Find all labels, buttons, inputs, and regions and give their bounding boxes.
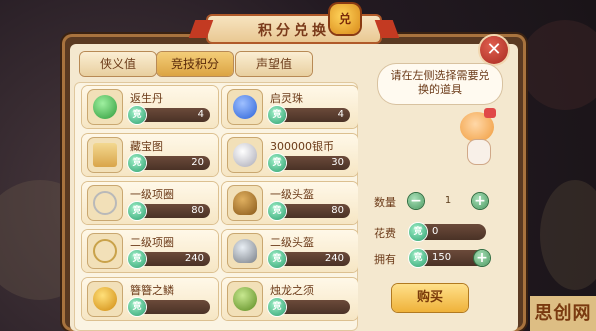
item-name: 簪簪之鳞 bbox=[130, 284, 174, 297]
item-price: 80 bbox=[331, 205, 344, 216]
item-card[interactable]: 返生丹 竞4 bbox=[82, 86, 218, 128]
cost-label: 花费 bbox=[374, 227, 396, 240]
item-price: 80 bbox=[191, 205, 204, 216]
price-bar: 竞 30 bbox=[268, 154, 350, 172]
item-card[interactable]: 二级项圈 竞 240 bbox=[82, 230, 218, 272]
arena-currency-icon: 竞 bbox=[268, 106, 286, 124]
necklace-icon bbox=[88, 234, 122, 268]
hint-bubble: 请在左侧选择需要兑换的道具 bbox=[378, 64, 502, 104]
arena-currency-icon: 竞 bbox=[268, 250, 286, 268]
tab-reputation[interactable]: 声望值 bbox=[236, 52, 312, 76]
item-card[interactable]: 300000银币 竞 30 bbox=[222, 134, 358, 176]
treasure-map-icon bbox=[88, 138, 122, 172]
item-price: 4 bbox=[337, 109, 344, 120]
owned-label: 拥有 bbox=[374, 253, 396, 266]
mascot-character bbox=[454, 108, 504, 166]
arena-currency-icon: 竞 bbox=[128, 250, 146, 268]
arena-currency-icon: 竞 bbox=[128, 154, 146, 172]
arena-currency-icon: 竞 bbox=[409, 249, 427, 267]
price-bar: 竞4 bbox=[128, 106, 210, 124]
arena-currency-icon: 竞 bbox=[268, 154, 286, 172]
tab-arena-points[interactable]: 竞技积分 bbox=[157, 52, 233, 76]
item-name: 一级头盔 bbox=[270, 188, 314, 201]
cost-field: 竞 0 bbox=[409, 223, 486, 241]
whisker-icon bbox=[228, 282, 262, 316]
item-price: 20 bbox=[191, 157, 204, 168]
arena-currency-icon: 竞 bbox=[128, 202, 146, 220]
cost-value: 0 bbox=[432, 226, 439, 237]
item-name: 返生丹 bbox=[130, 92, 163, 105]
quantity-value: 1 bbox=[444, 195, 452, 206]
item-list[interactable]: 返生丹 竞4 启灵珠 竞4 藏宝图 竞 20 300000银币 竞 30 一级项圈 … bbox=[74, 82, 358, 331]
watermark-logo: 思创网 bbox=[530, 296, 596, 331]
arena-currency-icon: 竞 bbox=[128, 298, 146, 316]
blue-orb-icon bbox=[228, 90, 262, 124]
hint-text: 请在左侧选择需要兑换的道具 bbox=[390, 69, 490, 96]
price-bar: 竞 20 bbox=[128, 154, 210, 172]
price-bar: 竞 80 bbox=[268, 202, 350, 220]
item-card[interactable]: 烛龙之须 竞 bbox=[222, 278, 358, 320]
arena-currency-icon: 竞 bbox=[409, 223, 427, 241]
owned-value: 150 bbox=[432, 252, 452, 263]
decrease-quantity-button[interactable]: − bbox=[408, 193, 424, 209]
title-banner: 积分兑换 兑 bbox=[200, 4, 388, 42]
item-name: 二级项圈 bbox=[130, 236, 174, 249]
item-name: 300000银币 bbox=[270, 140, 334, 153]
price-bar: 竞4 bbox=[268, 106, 350, 124]
item-name: 一级项圈 bbox=[130, 188, 174, 201]
price-bar: 竞 bbox=[128, 298, 210, 316]
item-card[interactable]: 二级头盔 竞 240 bbox=[222, 230, 358, 272]
buy-button[interactable]: 购买 bbox=[392, 284, 468, 312]
price-bar: 竞 240 bbox=[128, 250, 210, 268]
item-price: 30 bbox=[331, 157, 344, 168]
item-name: 烛龙之须 bbox=[270, 284, 314, 297]
arena-currency-icon: 竞 bbox=[268, 298, 286, 316]
arena-currency-icon: 竞 bbox=[128, 106, 146, 124]
item-price: 240 bbox=[184, 253, 204, 264]
item-card[interactable]: 一级项圈 竞 80 bbox=[82, 182, 218, 224]
item-name: 藏宝图 bbox=[130, 140, 163, 153]
quantity-input[interactable]: 1 bbox=[426, 193, 470, 209]
pill-icon bbox=[88, 90, 122, 124]
price-bar: 竞 80 bbox=[128, 202, 210, 220]
price-bar: 竞 bbox=[268, 298, 350, 316]
arena-currency-icon: 竞 bbox=[268, 202, 286, 220]
exchange-bag-icon: 兑 bbox=[330, 4, 360, 34]
quantity-label: 数量 bbox=[374, 196, 396, 209]
helmet-icon bbox=[228, 186, 262, 220]
item-card[interactable]: 藏宝图 竞 20 bbox=[82, 134, 218, 176]
item-price: 240 bbox=[324, 253, 344, 264]
price-bar: 竞 240 bbox=[268, 250, 350, 268]
increase-quantity-button[interactable]: + bbox=[472, 193, 488, 209]
scale-icon bbox=[88, 282, 122, 316]
item-card[interactable]: 一级头盔 竞 80 bbox=[222, 182, 358, 224]
item-card[interactable]: 簪簪之鳞 竞 bbox=[82, 278, 218, 320]
necklace-icon bbox=[88, 186, 122, 220]
add-currency-button[interactable]: + bbox=[474, 250, 490, 266]
helmet-icon bbox=[228, 234, 262, 268]
silver-coins-icon bbox=[228, 138, 262, 172]
item-name: 启灵珠 bbox=[270, 92, 303, 105]
item-name: 二级头盔 bbox=[270, 236, 314, 249]
item-card[interactable]: 启灵珠 竞4 bbox=[222, 86, 358, 128]
tab-chivalry[interactable]: 侠义值 bbox=[80, 52, 156, 76]
item-price: 4 bbox=[197, 109, 204, 120]
close-button[interactable]: ✕ bbox=[480, 36, 508, 64]
